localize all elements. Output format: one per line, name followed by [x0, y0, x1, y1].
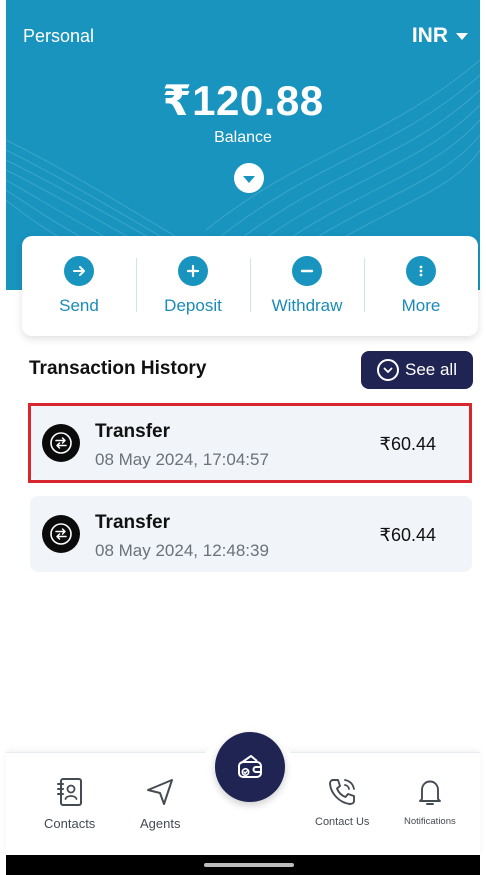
transfer-icon [42, 424, 80, 462]
see-all-label: See all [405, 360, 457, 379]
transaction-amount: ₹60.44 [379, 525, 437, 545]
nav-contact-us[interactable]: Contact Us [315, 776, 369, 828]
see-all-button[interactable]: See all [361, 351, 473, 389]
transaction-title: Transfer [95, 421, 170, 442]
expand-balance-button[interactable] [234, 163, 264, 193]
deposit-label: Deposit [164, 296, 222, 315]
nav-agents-label: Agents [140, 816, 181, 831]
chevron-down-icon [243, 176, 255, 183]
transaction-date: 08 May 2024, 12:48:39 [95, 541, 269, 560]
withdraw-label: Withdraw [271, 296, 343, 315]
transaction-amount: ₹60.44 [379, 434, 437, 454]
withdraw-button[interactable]: Withdraw [250, 236, 364, 336]
nav-contacts[interactable]: Contacts [44, 776, 95, 831]
more-label: More [401, 296, 441, 315]
wallet-icon [238, 755, 262, 778]
nav-notifications-label: Notifications [404, 816, 456, 827]
nav-agents[interactable]: Agents [140, 776, 180, 831]
transfer-icon [42, 515, 80, 553]
more-button[interactable]: More [364, 236, 478, 336]
account-type-label: Personal [23, 26, 95, 46]
arrow-right-icon [64, 256, 94, 286]
wallet-button[interactable] [215, 732, 285, 802]
more-vertical-icon [406, 256, 436, 286]
transaction-row[interactable]: Transfer 08 May 2024, 17:04:57 ₹60.44 [30, 405, 472, 481]
chevron-circle-down-icon [377, 359, 399, 381]
nav-contact-us-label: Contact Us [315, 816, 370, 828]
minus-icon [292, 256, 322, 286]
transaction-date: 08 May 2024, 17:04:57 [95, 450, 269, 469]
currency-selector[interactable]: INR [412, 24, 468, 48]
deposit-button[interactable]: Deposit [136, 236, 250, 336]
phone-call-icon [329, 779, 356, 805]
transaction-history-title: Transaction History [29, 358, 207, 379]
quick-actions-card: Send Deposit Withdraw More [22, 236, 478, 336]
nav-notifications[interactable]: Notifications [404, 776, 456, 827]
system-gesture-bar [6, 855, 480, 875]
transaction-row[interactable]: Transfer 08 May 2024, 12:48:39 ₹60.44 [30, 496, 472, 572]
caret-down-icon [456, 32, 468, 40]
send-label: Send [59, 296, 99, 315]
nav-contacts-label: Contacts [44, 816, 96, 831]
currency-label: INR [411, 24, 448, 47]
home-indicator[interactable] [204, 863, 294, 867]
bell-icon [418, 780, 441, 805]
balance-amount: ₹120.88 [162, 77, 324, 124]
transaction-title: Transfer [95, 512, 170, 533]
plus-icon [178, 256, 208, 286]
balance-label: Balance [214, 129, 272, 146]
contacts-book-icon [56, 778, 82, 806]
send-button[interactable]: Send [22, 236, 136, 336]
navigation-arrow-icon [147, 779, 174, 805]
